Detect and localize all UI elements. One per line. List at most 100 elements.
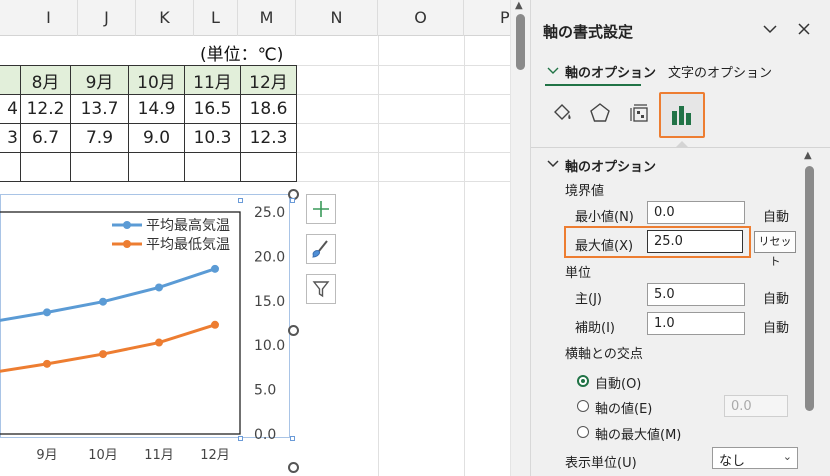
y-tick-label: 20.0 xyxy=(254,249,285,265)
temperature-table[interactable]: 8月 9月 10月 11月 12月 4 12.2 13.7 14.9 16.5 … xyxy=(0,65,297,182)
radio-axis-value-label[interactable]: 軸の値(E) xyxy=(595,398,652,417)
radio-axis-max[interactable] xyxy=(577,426,589,438)
table-header-row: 8月 9月 10月 11月 12月 xyxy=(0,65,297,95)
chevron-down-icon[interactable] xyxy=(547,160,559,168)
max-input[interactable] xyxy=(647,230,743,253)
tab-axis-options[interactable]: 軸のオプション xyxy=(565,62,656,81)
brush-icon xyxy=(312,240,328,258)
plot-area-handle[interactable] xyxy=(290,198,295,203)
chevron-down-icon: ⌄ xyxy=(782,450,792,463)
section-axis-options[interactable]: 軸のオプション xyxy=(565,156,656,175)
scroll-thumb[interactable] xyxy=(805,166,814,411)
data-point xyxy=(99,350,107,359)
table-cell[interactable] xyxy=(70,152,129,182)
table-cell[interactable]: 11月 xyxy=(184,65,241,95)
radio-axis-value[interactable] xyxy=(577,400,589,412)
radio-auto-label[interactable]: 自動(O) xyxy=(595,373,641,392)
legend-label: 平均最低気温 xyxy=(146,237,230,253)
min-state: 自動 xyxy=(763,210,790,225)
table-cell[interactable]: 9.0 xyxy=(128,123,185,153)
table-cell[interactable]: 14.9 xyxy=(128,94,185,124)
effects-button[interactable] xyxy=(583,96,617,130)
radio-auto[interactable] xyxy=(577,375,589,387)
active-tab-indicator xyxy=(545,84,641,86)
column-header-m[interactable]: M xyxy=(238,0,296,36)
column-header-i[interactable]: I xyxy=(20,0,78,36)
table-cell[interactable]: 13.7 xyxy=(70,94,129,124)
chart-styles-button[interactable] xyxy=(306,234,336,264)
table-cell[interactable]: 9月 xyxy=(70,65,129,95)
column-header-o[interactable]: O xyxy=(378,0,464,36)
column-header-j[interactable]: J xyxy=(78,0,136,36)
pane-vertical-scrollbar[interactable]: ▲ xyxy=(801,150,819,476)
table-cell[interactable]: 10.3 xyxy=(184,123,241,153)
min-input[interactable] xyxy=(647,201,745,224)
chart-filters-button[interactable] xyxy=(306,274,336,304)
scroll-up-arrow-icon[interactable]: ▲ xyxy=(804,150,812,161)
legend-marker xyxy=(123,240,131,248)
table-row xyxy=(0,152,297,182)
pentagon-icon xyxy=(590,103,610,122)
column-header-n[interactable]: N xyxy=(296,0,378,36)
data-point xyxy=(43,359,51,368)
column-header-k[interactable]: K xyxy=(136,0,194,36)
crosses-heading: 横軸との交点 xyxy=(565,347,643,362)
table-cell[interactable] xyxy=(20,152,71,182)
plot-area-handle[interactable] xyxy=(290,436,295,441)
reset-button[interactable]: リセット xyxy=(754,231,796,268)
display-units-label: 表示単位(U) xyxy=(565,456,637,471)
table-cell[interactable]: 12.3 xyxy=(240,123,297,153)
data-point xyxy=(155,283,163,292)
resize-handle-right[interactable] xyxy=(288,325,299,336)
major-input[interactable] xyxy=(647,283,745,306)
display-units-value: なし xyxy=(719,454,746,469)
minor-input[interactable] xyxy=(647,312,745,335)
table-cell[interactable] xyxy=(184,152,241,182)
size-properties-button[interactable] xyxy=(623,96,657,130)
units-heading: 単位 xyxy=(565,266,592,281)
tab-text-options[interactable]: 文字のオプション xyxy=(668,62,772,81)
plot-area-handle[interactable] xyxy=(238,436,243,441)
plot-area-handle[interactable] xyxy=(238,198,243,203)
table-cell[interactable]: 7.9 xyxy=(70,123,129,153)
table-cell[interactable]: 18.6 xyxy=(240,94,297,124)
table-cell[interactable]: 4 xyxy=(0,94,21,124)
table-cell[interactable]: 10月 xyxy=(128,65,185,95)
size-properties-icon xyxy=(630,104,648,122)
chevron-down-icon[interactable] xyxy=(763,24,777,34)
table-cell[interactable]: 12.2 xyxy=(20,94,71,124)
pane-title: 軸の書式設定 xyxy=(543,23,634,41)
chart-elements-button[interactable] xyxy=(306,194,336,224)
display-units-select[interactable]: なし ⌄ xyxy=(712,447,798,469)
unit-label: (単位：℃) xyxy=(200,45,284,65)
chevron-down-icon xyxy=(547,67,559,74)
table-cell[interactable] xyxy=(128,152,185,182)
table-cell[interactable]: 8月 xyxy=(20,65,71,95)
table-cell[interactable] xyxy=(0,65,21,95)
line-chart[interactable]: 25.0 20.0 15.0 10.0 5.0 0.0 9月 10月 11月 12月 平均最高気温平… xyxy=(0,194,294,470)
fill-line-button[interactable] xyxy=(545,96,579,130)
axis-options-button[interactable] xyxy=(659,92,705,138)
resize-handle-bottom-right[interactable] xyxy=(288,462,299,473)
table-cell[interactable] xyxy=(240,152,297,182)
table-cell[interactable]: 12月 xyxy=(240,65,297,95)
worksheet[interactable]: I J K L M N O P (単位：℃) 8月 9月 10月 11月 12月… xyxy=(0,0,510,476)
table-cell[interactable]: 16.5 xyxy=(184,94,241,124)
table-cell[interactable]: 6.7 xyxy=(20,123,71,153)
sheet-vertical-scrollbar[interactable]: ▲ xyxy=(510,0,530,476)
legend-label: 平均最高気温 xyxy=(146,217,230,234)
x-tick-label: 10月 xyxy=(88,448,118,463)
pane-divider xyxy=(531,147,830,148)
scroll-thumb[interactable] xyxy=(516,14,525,70)
column-header-l[interactable]: L xyxy=(194,0,238,36)
y-tick-label: 5.0 xyxy=(254,383,276,399)
table-cell[interactable]: 3 xyxy=(0,123,21,153)
table-cell[interactable] xyxy=(0,152,21,182)
scroll-up-arrow-icon[interactable]: ▲ xyxy=(515,0,523,11)
radio-axis-max-label[interactable]: 軸の最大値(M) xyxy=(595,424,681,443)
data-point xyxy=(211,264,219,273)
column-header-p[interactable]: P xyxy=(464,0,510,36)
min-label: 最小値(N) xyxy=(575,210,634,225)
data-point xyxy=(211,320,219,329)
close-icon[interactable] xyxy=(797,22,811,36)
